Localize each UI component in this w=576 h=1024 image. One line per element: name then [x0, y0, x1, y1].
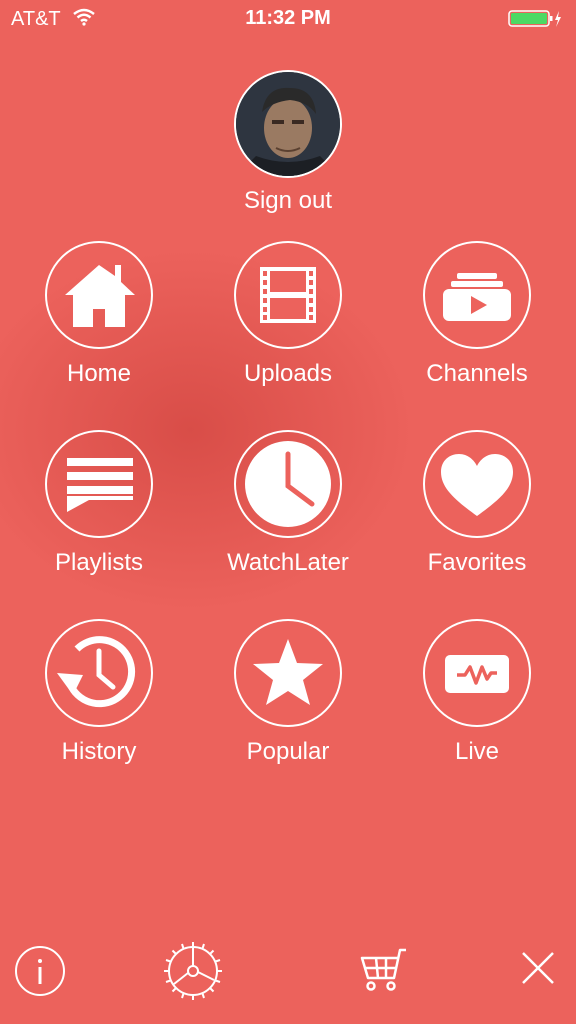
close-icon — [522, 952, 554, 984]
cart-icon — [360, 948, 406, 991]
bottom-toolbar — [0, 934, 576, 1024]
menu-item-uploads[interactable]: Uploads — [193, 241, 383, 388]
status-bar: AT&T 11:32 PM — [0, 0, 576, 40]
home-icon — [65, 265, 135, 327]
menu-item-home[interactable]: Home — [4, 241, 194, 388]
live-button[interactable] — [423, 619, 531, 727]
menu-label: Favorites — [427, 549, 527, 576]
info-button[interactable] — [13, 944, 67, 1003]
live-icon — [445, 655, 509, 693]
history-icon — [57, 636, 136, 708]
heart-icon — [441, 454, 513, 516]
channels-button[interactable] — [423, 241, 531, 349]
menu-item-watchlater[interactable]: WatchLater — [193, 430, 383, 577]
menu-label: WatchLater — [227, 549, 349, 576]
profile-section: Sign out — [234, 70, 342, 214]
history-button[interactable] — [45, 619, 153, 727]
favorites-button[interactable] — [423, 430, 531, 538]
channels-icon — [443, 273, 511, 321]
watchlater-button[interactable] — [234, 430, 342, 538]
close-button[interactable] — [518, 948, 558, 993]
menu-label: Home — [66, 360, 132, 387]
settings-wheel-icon — [164, 942, 222, 1000]
menu-item-popular[interactable]: Popular — [193, 619, 383, 766]
settings-button[interactable] — [162, 940, 224, 1007]
uploads-button[interactable] — [234, 241, 342, 349]
menu-label: Popular — [246, 738, 330, 765]
sign-out-button[interactable]: Sign out — [194, 187, 382, 215]
menu-label: Live — [454, 738, 500, 765]
info-icon — [15, 946, 65, 996]
menu-label: Uploads — [243, 360, 333, 387]
menu-item-live[interactable]: Live — [382, 619, 572, 766]
home-button[interactable] — [45, 241, 153, 349]
playlists-button[interactable] — [45, 430, 153, 538]
film-icon — [260, 267, 316, 323]
battery-icon — [508, 9, 564, 34]
star-icon — [253, 639, 323, 705]
menu-item-favorites[interactable]: Favorites — [382, 430, 572, 577]
menu-item-channels[interactable]: Channels — [382, 241, 572, 388]
menu-label: Playlists — [54, 549, 144, 576]
playlist-icon — [67, 458, 133, 512]
menu-label: Channels — [426, 360, 528, 387]
popular-button[interactable] — [234, 619, 342, 727]
cart-button[interactable] — [358, 946, 410, 999]
menu-label: History — [61, 738, 137, 765]
clock-icon — [245, 441, 331, 527]
menu-item-playlists[interactable]: Playlists — [4, 430, 194, 577]
menu-item-history[interactable]: History — [4, 619, 194, 766]
avatar[interactable] — [234, 70, 342, 178]
clock-time: 11:32 PM — [245, 7, 331, 29]
